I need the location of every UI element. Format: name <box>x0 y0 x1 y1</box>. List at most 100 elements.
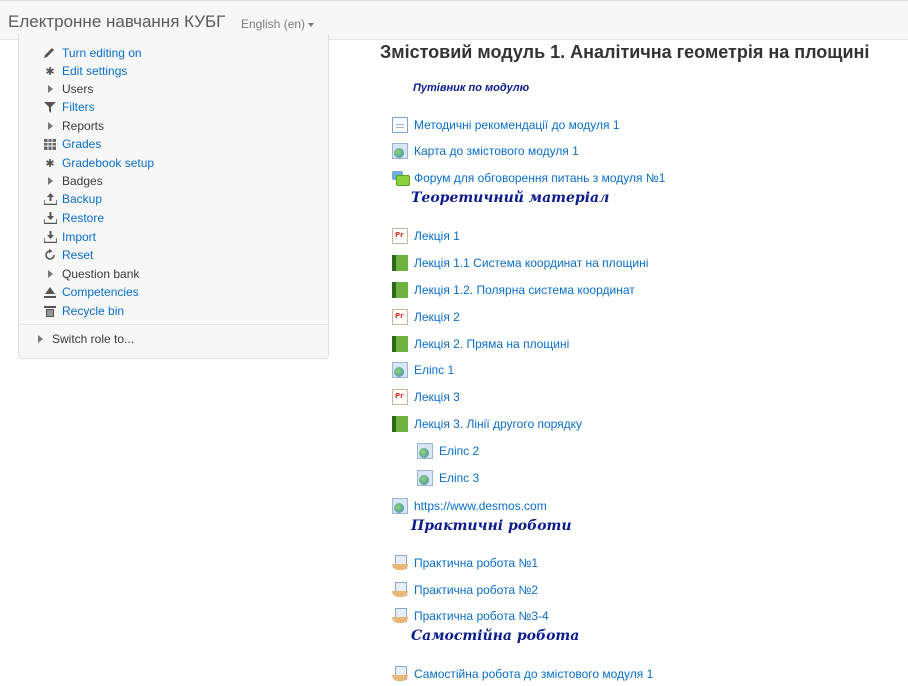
admin-item-restore[interactable]: Restore <box>42 209 104 227</box>
expand-arrow-icon <box>42 174 58 188</box>
activity-label: Лекція 2. Пряма на площині <box>414 337 570 351</box>
activity-pdf[interactable]: Лекція 1 <box>392 226 460 246</box>
admin-item-competencies[interactable]: Competencies <box>42 283 139 301</box>
activity-label: Лекція 1.2. Полярна система координат <box>414 283 635 297</box>
activity-url[interactable]: Еліпс 3 <box>417 468 479 488</box>
admin-item-label: Users <box>62 82 94 96</box>
activity-label: Практична робота №2 <box>414 583 538 597</box>
activity-url[interactable]: Еліпс 1 <box>392 360 454 380</box>
admin-item-reports[interactable]: Reports <box>42 117 104 135</box>
trash-icon <box>42 304 58 318</box>
expand-arrow-icon <box>42 267 58 281</box>
download-icon <box>42 230 58 244</box>
admin-item-badges[interactable]: Badges <box>42 172 103 190</box>
admin-item-label: Edit settings <box>62 64 128 78</box>
activity-label: Еліпс 1 <box>414 363 455 377</box>
activity-url[interactable]: https://www.desmos.com <box>392 496 547 516</box>
activity-page[interactable]: Методичні рекомендації до модуля 1 <box>392 115 620 135</box>
book-icon <box>392 255 408 271</box>
url-icon <box>392 362 408 378</box>
module-guide-label: Путівник по модулю <box>413 82 530 94</box>
assignment-icon <box>392 582 408 598</box>
admin-item-question-bank[interactable]: Question bank <box>42 265 139 283</box>
activity-label: Лекція 1.1 Система координат на площині <box>414 256 649 270</box>
assignment-icon <box>392 555 408 571</box>
divider <box>19 324 328 325</box>
activity-assignment[interactable]: Самостійна робота до змістового модуля 1 <box>392 664 653 684</box>
activity-assignment[interactable]: Практична робота №3-4 <box>392 606 549 626</box>
activity-label: https://www.desmos.com <box>414 499 547 513</box>
pdf-icon <box>392 389 408 405</box>
download-icon <box>42 211 58 225</box>
activity-url[interactable]: Еліпс 2 <box>417 441 479 461</box>
activity-label: Лекція 3. Лінії другого порядку <box>414 417 583 431</box>
admin-item-users[interactable]: Users <box>42 80 93 98</box>
subhead-self-study: Самостійна робота <box>411 628 580 644</box>
admin-item-grades[interactable]: Grades <box>42 135 101 153</box>
url-icon <box>392 143 408 159</box>
admin-item-gradebook-setup[interactable]: ✱ Gradebook setup <box>42 154 154 172</box>
activity-label: Самостійна робота до змістового модуля 1 <box>414 667 654 681</box>
admin-item-recycle-bin[interactable]: Recycle bin <box>42 302 124 320</box>
switch-role-item[interactable]: Switch role to... <box>32 330 134 348</box>
site-name-link[interactable]: Електронне навчання КУБГ <box>8 12 225 32</box>
activity-url[interactable]: Карта до змістового модуля 1 <box>392 141 579 161</box>
admin-item-label: Grades <box>62 137 102 151</box>
admin-item-label: Competencies <box>62 285 139 299</box>
admin-item-turn-editing-on[interactable]: Turn editing on <box>42 44 142 62</box>
activity-forum[interactable]: Форум для обговорення питань з модуля №1 <box>392 168 665 188</box>
pdf-icon <box>392 228 408 244</box>
admin-item-label: Reports <box>62 119 105 133</box>
book-icon <box>392 416 408 432</box>
pencil-icon <box>42 46 58 60</box>
admin-item-filters[interactable]: Filters <box>42 98 95 116</box>
activity-book[interactable]: Лекція 2. Пряма на площині <box>392 334 569 354</box>
section-title: Змістовий модуль 1. Аналітична геометрія… <box>380 42 870 62</box>
pdf-icon <box>392 309 408 325</box>
administration-block: Turn editing on ✱ Edit settings Users Fil… <box>18 34 329 359</box>
admin-item-backup[interactable]: Backup <box>42 190 102 208</box>
page-icon <box>392 117 408 133</box>
admin-item-label: Filters <box>62 100 95 114</box>
activity-book[interactable]: Лекція 3. Лінії другого порядку <box>392 414 582 434</box>
language-label: English (en) <box>241 17 306 31</box>
url-icon <box>417 443 433 459</box>
filter-icon <box>42 100 58 114</box>
competencies-icon <box>42 285 58 299</box>
admin-item-label: Backup <box>62 192 103 206</box>
admin-item-label: Restore <box>62 211 105 225</box>
subhead-practice: Практичні роботи <box>411 518 572 534</box>
activity-label: Лекція 3 <box>414 390 460 404</box>
admin-item-label: Question bank <box>62 267 140 281</box>
admin-item-label: Gradebook setup <box>62 156 155 170</box>
assignment-icon <box>392 608 408 624</box>
admin-item-label: Import <box>62 230 97 244</box>
activity-label: Методичні рекомендації до модуля 1 <box>414 118 620 132</box>
activity-pdf[interactable]: Лекція 2 <box>392 307 460 327</box>
admin-item-reset[interactable]: Reset <box>42 246 93 264</box>
admin-item-import[interactable]: Import <box>42 228 96 246</box>
table-icon <box>42 137 58 151</box>
admin-item-label: Turn editing on <box>62 46 142 60</box>
admin-item-label: Reset <box>62 248 94 262</box>
activity-label: Еліпс 2 <box>439 444 480 458</box>
gear-icon: ✱ <box>45 157 55 170</box>
admin-item-label: Badges <box>62 174 103 188</box>
activity-label: Форум для обговорення питань з модуля №1 <box>414 171 666 185</box>
url-icon <box>417 470 433 486</box>
admin-item-edit-settings[interactable]: ✱ Edit settings <box>42 62 127 80</box>
admin-item-label: Recycle bin <box>62 304 125 318</box>
gear-icon: ✱ <box>45 65 55 78</box>
activity-pdf[interactable]: Лекція 3 <box>392 387 460 407</box>
activity-book[interactable]: Лекція 1.2. Полярна система координат <box>392 280 635 300</box>
refresh-icon <box>42 248 58 262</box>
activity-label: Лекція 1 <box>414 229 460 243</box>
activity-assignment[interactable]: Практична робота №1 <box>392 553 538 573</box>
switch-role-label: Switch role to... <box>52 332 135 346</box>
expand-arrow-icon <box>32 332 48 346</box>
language-menu[interactable]: English (en) <box>241 17 315 31</box>
activity-assignment[interactable]: Практична робота №2 <box>392 580 538 600</box>
activity-book[interactable]: Лекція 1.1 Система координат на площині <box>392 253 648 273</box>
activity-label: Лекція 2 <box>414 310 460 324</box>
upload-icon <box>42 192 58 206</box>
